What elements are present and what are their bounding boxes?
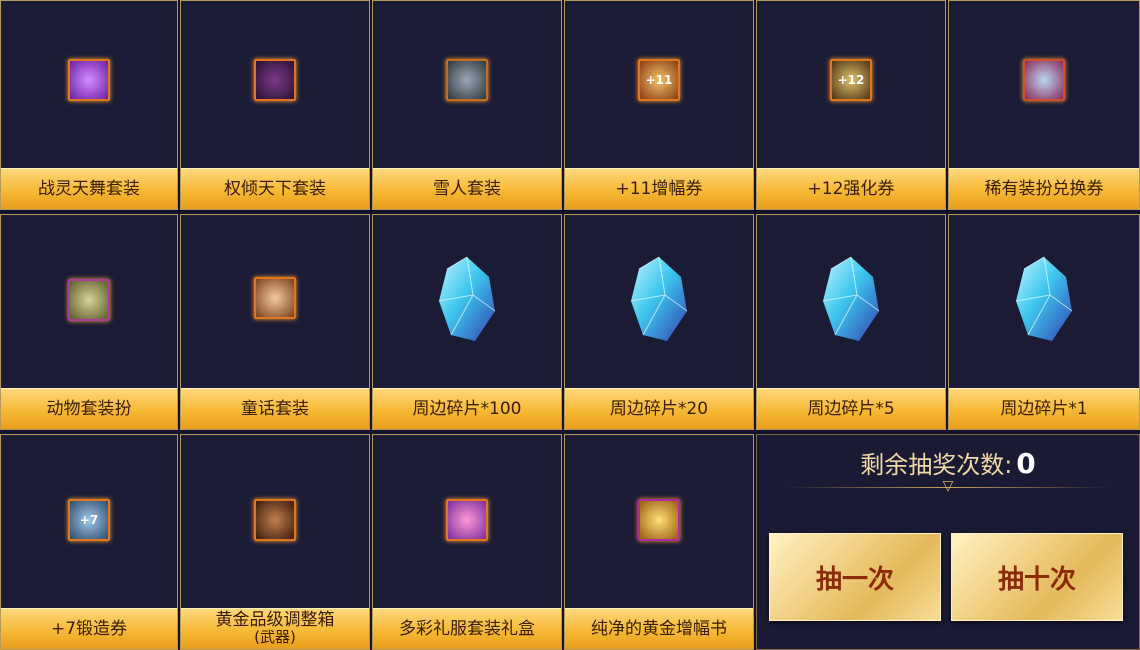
chevron-down-icon: ▽	[942, 478, 954, 494]
costume-box-icon	[446, 59, 488, 101]
amplify-book-icon	[638, 499, 680, 541]
blue-crystal-icon	[1015, 256, 1073, 341]
reward-cell: 多彩礼服套装礼盒	[372, 434, 562, 650]
coupon-icon	[1023, 59, 1065, 101]
reward-label-line1: 黄金品级调整箱	[215, 610, 335, 630]
treasure-chest-icon	[254, 59, 296, 101]
reward-cell: 动物套装扮	[0, 214, 178, 430]
reward-cell: +7 +7锻造券	[0, 434, 178, 650]
reward-label: 黄金品级调整箱 (武器)	[181, 608, 369, 649]
reward-cell: +11 +11增幅券	[564, 0, 754, 210]
reward-cell: +12 +12强化券	[756, 0, 946, 210]
reward-cell: 纯净的黄金增幅书	[564, 434, 754, 650]
grade-box-icon	[254, 499, 296, 541]
reward-cell: 权倾天下套装	[180, 0, 370, 210]
reward-label: +7锻造券	[1, 608, 177, 649]
gift-box-icon	[446, 499, 488, 541]
blue-crystal-icon	[630, 256, 688, 341]
reward-cell: 周边碎片*100	[372, 214, 562, 430]
reward-label: +12强化券	[757, 168, 945, 209]
reward-label: 周边碎片*1	[949, 388, 1139, 429]
reward-label: 权倾天下套装	[181, 168, 369, 209]
remaining-draws: 剩余抽奖次数: 0	[757, 445, 1139, 480]
reward-label: 动物套装扮	[1, 388, 177, 429]
reward-cell: 童话套装	[180, 214, 370, 430]
reward-cell: 战灵天舞套装	[0, 0, 178, 210]
forge-ticket-icon: +7	[68, 499, 110, 541]
blue-crystal-icon	[822, 256, 880, 341]
reward-label: 多彩礼服套装礼盒	[373, 608, 561, 649]
gift-box-icon	[68, 59, 110, 101]
reward-label: 周边碎片*100	[373, 388, 561, 429]
reward-label: 战灵天舞套装	[1, 168, 177, 209]
reward-cell: 周边碎片*5	[756, 214, 946, 430]
reward-label: 雪人套装	[373, 168, 561, 209]
reward-cell: 黄金品级调整箱 (武器)	[180, 434, 370, 650]
reward-label: 纯净的黄金增幅书	[565, 608, 753, 649]
blue-crystal-icon	[438, 256, 496, 341]
amplify-ticket-icon: +11	[638, 59, 680, 101]
reward-label: +11增幅券	[565, 168, 753, 209]
draw-once-button[interactable]: 抽一次	[769, 533, 941, 621]
lottery-panel: 剩余抽奖次数: 0 ▽ 抽一次 抽十次	[756, 434, 1140, 650]
reward-label: 稀有装扮兑换券	[949, 168, 1139, 209]
remaining-draws-count: 0	[1016, 447, 1036, 480]
reward-cell: 雪人套装	[372, 0, 562, 210]
reward-label: 周边碎片*5	[757, 388, 945, 429]
reward-label: 周边碎片*20	[565, 388, 753, 429]
remaining-draws-label: 剩余抽奖次数:	[860, 451, 1013, 479]
reward-cell: 周边碎片*20	[564, 214, 754, 430]
reward-cell: 周边碎片*1	[948, 214, 1140, 430]
reward-cell: 稀有装扮兑换券	[948, 0, 1140, 210]
fairytale-costume-icon	[254, 277, 296, 319]
reward-label-line2: (武器)	[254, 628, 296, 646]
draw-ten-button[interactable]: 抽十次	[951, 533, 1123, 621]
enhance-ticket-icon: +12	[830, 59, 872, 101]
reward-label: 童话套装	[181, 388, 369, 429]
animal-costume-icon	[68, 279, 110, 321]
